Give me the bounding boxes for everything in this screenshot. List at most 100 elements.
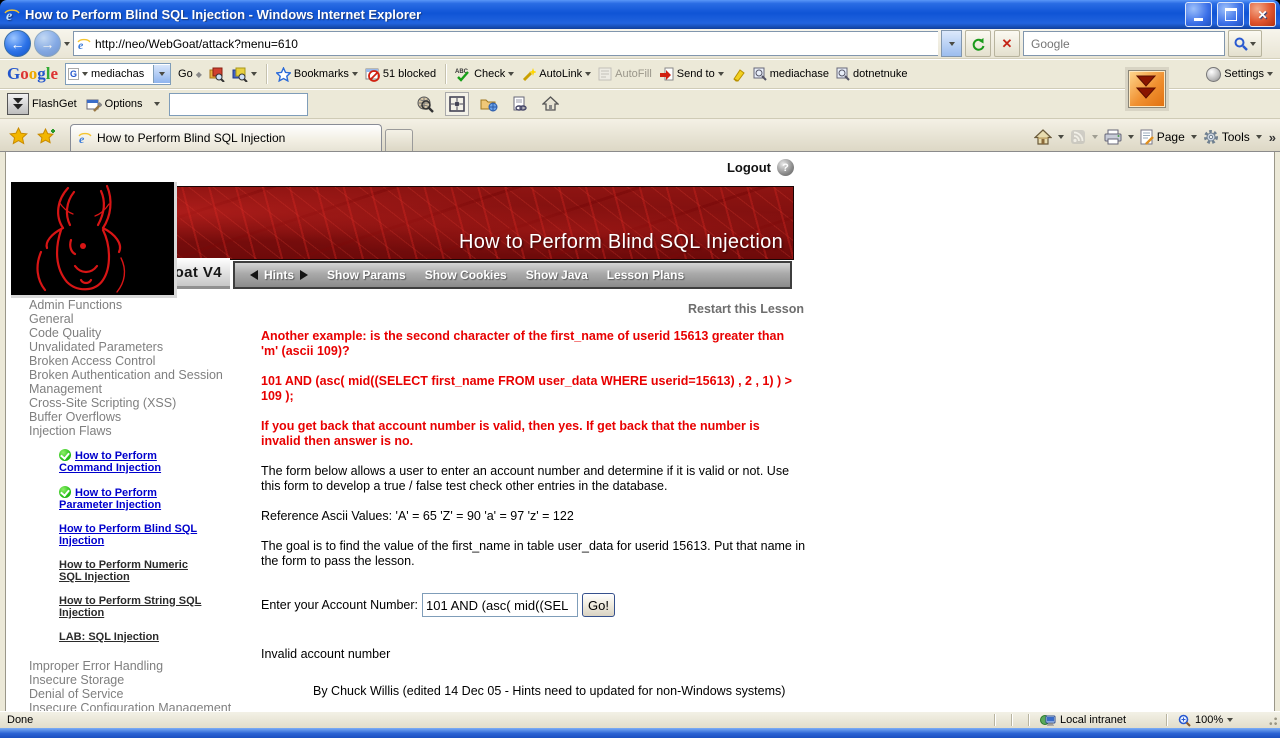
sidebar-category[interactable]: General [29,313,234,327]
flashget-capture-button[interactable] [445,92,469,116]
sidebar-category[interactable]: Improper Error Handling [29,660,234,674]
lesson-link-item[interactable]: How to Perform Parameter Injection [59,486,211,512]
flashget-home-button[interactable] [540,93,562,115]
stop-button[interactable]: ✕ [994,30,1020,57]
lesson-link[interactable]: How to Perform Numeric SQL Injection [59,559,188,584]
sidebar-category[interactable]: Broken Authentication and Session Manage… [29,369,234,396]
forward-button[interactable]: → [34,30,61,57]
home-dropdown[interactable] [1058,135,1064,139]
sidebar-category[interactable]: Insecure Storage [29,674,234,688]
lesson-link-item[interactable]: How to Perform Numeric SQL Injection [59,559,211,584]
autolink-button[interactable]: AutoLink [521,67,591,82]
google-go-button[interactable]: Go ◆ [178,68,202,80]
account-form: Enter your Account Number: Go! [261,593,806,617]
spellcheck-button[interactable]: ABC Check [455,67,514,82]
highlight-button[interactable] [731,67,746,82]
mediachase-search-button[interactable]: mediachase [753,67,829,81]
search-web-button[interactable] [232,67,257,82]
logout-button[interactable]: Logout [727,160,771,175]
flashget-dropzone[interactable] [1128,70,1166,108]
close-button[interactable]: ✕ [1249,2,1276,27]
new-tab-stub[interactable] [385,129,413,151]
lesson-link[interactable]: How to Perform Command Injection [59,450,161,475]
search-go-button[interactable] [1228,30,1262,57]
minimize-button[interactable] [1185,2,1212,27]
go-button[interactable]: Go! [582,593,615,617]
home-button[interactable] [1031,127,1055,147]
dotnetnuke-search-button[interactable]: dotnetnuke [836,67,907,81]
zoom-dropdown[interactable] [1227,718,1233,722]
sidebar-category[interactable]: Cross-Site Scripting (XSS) [29,397,234,411]
flashget-search-button[interactable] [414,93,436,115]
menu-lesson-plans[interactable]: Lesson Plans [607,268,684,282]
search-input[interactable] [1029,36,1219,52]
add-favorite-button[interactable] [32,123,60,148]
combo-dropdown[interactable] [153,65,170,83]
active-tab[interactable]: e How to Perform Blind SQL Injection [70,124,382,151]
favorites-button[interactable] [4,123,32,148]
flashget-sitelink-button[interactable] [509,93,531,115]
sidebar-category[interactable]: Insecure Configuration Management [29,702,234,711]
url-field[interactable]: e http://neo/WebGoat/attack?menu=610 [73,31,938,56]
lesson-link[interactable]: How to Perform String SQL Injection [59,595,201,620]
page-menu-button[interactable]: Page [1137,127,1188,147]
hints-next-icon[interactable] [300,270,308,280]
flashget-input[interactable] [169,93,308,116]
settings-button[interactable]: Settings [1206,67,1273,82]
hint-sql-paragraph: 101 AND (asc( mid((SELECT first_name FRO… [261,374,802,404]
google-search-combo[interactable]: G mediachas [65,63,171,85]
history-dropdown[interactable] [64,42,70,46]
hints-label[interactable]: Hints [264,268,294,282]
sendto-button[interactable]: Send to [659,67,724,82]
search-site-button[interactable] [209,67,225,82]
flashget-folder-button[interactable] [478,93,500,115]
flashget-button[interactable]: FlashGet [7,93,77,115]
menu-show-params[interactable]: Show Params [327,268,406,282]
flashget-options-button[interactable]: Options [86,97,160,112]
sidebar-category[interactable]: Injection Flaws [29,425,234,439]
sidebar-category[interactable]: Denial of Service [29,688,234,702]
lesson-link[interactable]: How to Perform Blind SQL Injection [59,523,197,548]
google-toolbar: Google G mediachas Go ◆ [0,59,1280,89]
search-site-icon [209,67,225,82]
lesson-link-item[interactable]: How to Perform String SQL Injection [59,595,211,620]
google-logo: Google [7,64,58,84]
page-dropdown[interactable] [1191,135,1197,139]
sidebar-category[interactable]: Buffer Overflows [29,411,234,425]
lesson-link[interactable]: LAB: SQL Injection [59,631,159,643]
restart-lesson-link[interactable]: Restart this Lesson [261,302,804,317]
browser-window: e How to Perform Blind SQL Injection - W… [0,0,1280,738]
author-byline: By Chuck Willis (edited 14 Dec 05 - Hint… [313,684,806,699]
lesson-link-item[interactable]: LAB: SQL Injection [59,631,211,644]
search-box[interactable] [1023,31,1225,56]
popup-blocker-button[interactable]: 51 blocked [365,67,436,82]
print-button[interactable] [1101,127,1125,147]
account-number-input[interactable] [422,593,578,617]
zoom-control[interactable]: 100% [1170,714,1264,727]
refresh-button[interactable] [965,30,991,57]
sidebar-category[interactable]: Broken Access Control [29,355,234,369]
print-dropdown[interactable] [1128,135,1134,139]
sidebar-category[interactable]: Admin Functions [29,299,234,313]
resize-grip[interactable] [1266,714,1278,726]
tools-dropdown[interactable] [1256,135,1262,139]
maximize-button[interactable] [1217,2,1244,27]
statusbar-separator [1011,714,1012,726]
page-icon [1140,129,1154,145]
hints-prev-icon[interactable] [250,270,258,280]
menu-show-cookies[interactable]: Show Cookies [425,268,507,282]
lesson-link[interactable]: How to Perform Parameter Injection [59,487,161,512]
sidebar-category[interactable]: Unvalidated Parameters [29,341,234,355]
logout-help-icon[interactable]: ? [777,159,794,176]
tools-menu-button[interactable]: Tools [1200,127,1253,147]
more-commands-button[interactable]: » [1269,130,1276,145]
hints-control[interactable]: Hints [250,268,308,282]
back-button[interactable]: ← [4,30,31,57]
sidebar-category[interactable]: Code Quality [29,327,234,341]
url-dropdown-button[interactable] [941,30,962,57]
statusbar-separator [1028,714,1029,726]
lesson-link-item[interactable]: How to Perform Command Injection [59,449,211,475]
menu-show-java[interactable]: Show Java [526,268,588,282]
bookmarks-button[interactable]: Bookmarks [276,67,358,82]
lesson-link-item-current[interactable]: How to Perform Blind SQL Injection [59,523,211,548]
